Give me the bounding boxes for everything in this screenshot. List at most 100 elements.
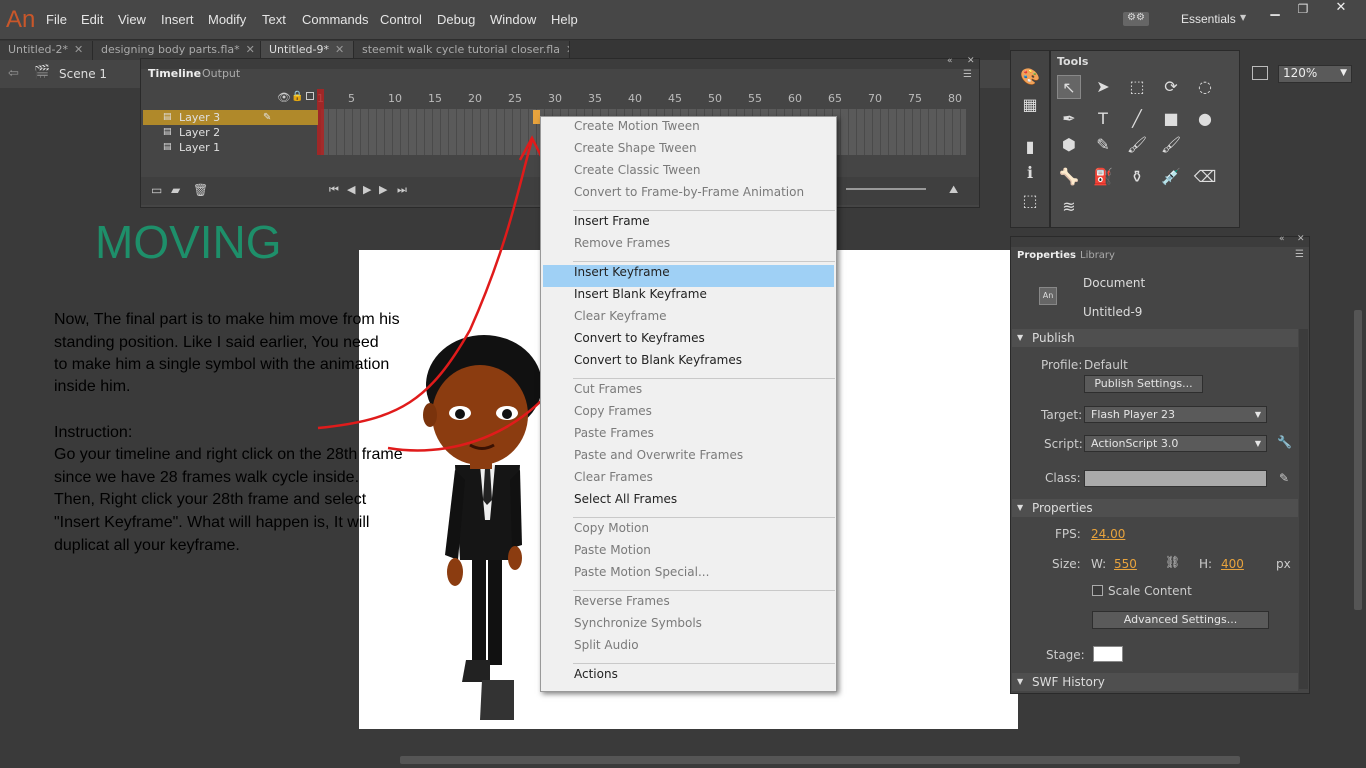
script-select[interactable]: ActionScript 3.0 ▼ xyxy=(1084,435,1267,452)
pen-tool-icon[interactable]: ✒ xyxy=(1057,107,1081,131)
pencil-tool-icon[interactable]: ✎ xyxy=(1091,133,1115,157)
publish-section-header[interactable]: ▼ Publish xyxy=(1012,329,1298,347)
rectangle-tool-icon[interactable]: ■ xyxy=(1159,107,1183,131)
menu-copy-frames[interactable]: Copy Frames xyxy=(541,404,836,426)
menu-insert-frame[interactable]: Insert Frame xyxy=(541,214,836,236)
transform-icon[interactable]: ⬚ xyxy=(1018,189,1042,213)
fps-value[interactable]: 24.00 xyxy=(1091,527,1125,541)
menu-insert-keyframe[interactable]: Insert Keyframe xyxy=(543,265,834,287)
close-icon[interactable]: ✕ xyxy=(1297,234,1305,244)
menu-separator xyxy=(573,378,835,379)
ink-bottle-tool-icon[interactable]: ⚱ xyxy=(1125,165,1149,189)
class-label: Class: xyxy=(1045,471,1081,485)
target-value: Flash Player 23 xyxy=(1091,408,1176,421)
height-label: H: xyxy=(1199,557,1213,571)
lasso-tool-icon[interactable]: ◌ xyxy=(1193,75,1217,99)
eyedropper-tool-icon[interactable]: 💉 xyxy=(1159,165,1183,189)
paint-bucket-tool-icon[interactable]: ⛽ xyxy=(1091,165,1115,189)
tab-properties[interactable]: Properties xyxy=(1017,250,1076,261)
menu-convert-frame-by-frame[interactable]: Convert to Frame-by-Frame Animation xyxy=(541,185,836,207)
width-label: W: xyxy=(1091,557,1107,571)
size-label: Size: xyxy=(1052,557,1081,571)
menu-convert-to-blank-keyframes[interactable]: Convert to Blank Keyframes xyxy=(541,353,836,375)
oval-tool-icon[interactable]: ● xyxy=(1193,107,1217,131)
panel-titlebar: « ✕ xyxy=(1011,234,1309,247)
menu-convert-to-keyframes[interactable]: Convert to Keyframes xyxy=(541,331,836,353)
scale-content-checkbox[interactable] xyxy=(1092,585,1103,596)
menu-cut-frames[interactable]: Cut Frames xyxy=(541,382,836,404)
selection-tool-icon[interactable]: ↖ xyxy=(1057,75,1081,99)
stage-label: Stage: xyxy=(1046,648,1085,662)
swatches-icon[interactable]: ▦ xyxy=(1018,93,1042,117)
menu-remove-frames[interactable]: Remove Frames xyxy=(541,236,836,258)
target-select[interactable]: Flash Player 23 ▼ xyxy=(1084,406,1267,423)
brush-tool-icon[interactable]: 🖌 xyxy=(1159,133,1183,157)
menu-clear-frames[interactable]: Clear Frames xyxy=(541,470,836,492)
script-label: Script: xyxy=(1044,437,1083,451)
panel-menu-icon[interactable]: ☰ xyxy=(1295,249,1304,260)
tools-panel: Tools ↖ ➤ ⬚ ⟳ ◌ ✒ T ╱ ■ ● ⬢ ✎ 🖌 🖌 🦴 ⛽ ⚱ … xyxy=(1050,50,1240,228)
profile-value: Default xyxy=(1084,358,1128,372)
horizontal-scrollbar[interactable] xyxy=(0,752,1366,768)
menu-paste-frames[interactable]: Paste Frames xyxy=(541,426,836,448)
properties-section-header[interactable]: ▼ Properties xyxy=(1012,499,1298,517)
line-tool-icon[interactable]: ╱ xyxy=(1125,107,1149,131)
chevron-down-icon: ▼ xyxy=(1017,677,1024,686)
menu-separator xyxy=(573,210,835,211)
scale-content-label: Scale Content xyxy=(1108,584,1192,598)
text-tool-icon[interactable]: T xyxy=(1091,107,1115,131)
menu-actions[interactable]: Actions xyxy=(541,667,836,689)
info-icon[interactable]: ℹ xyxy=(1018,161,1042,185)
menu-synchronize-symbols[interactable]: Synchronize Symbols xyxy=(541,616,836,638)
color-palette-icon[interactable]: 🎨 xyxy=(1018,65,1042,89)
target-label: Target: xyxy=(1041,408,1083,422)
properties-panel: « ✕ Properties Library ☰ An Document Unt… xyxy=(1010,234,1310,694)
height-value[interactable]: 400 xyxy=(1221,557,1244,571)
menu-separator xyxy=(573,663,835,664)
menu-create-classic-tween[interactable]: Create Classic Tween xyxy=(541,163,836,185)
polystar-tool-icon[interactable]: ⬢ xyxy=(1057,133,1081,157)
menu-separator xyxy=(573,517,835,518)
link-icon[interactable]: ⛓ xyxy=(1165,555,1180,569)
align-icon[interactable]: ▮ xyxy=(1018,135,1042,159)
width-tool-icon[interactable]: ≋ xyxy=(1057,195,1081,219)
publish-settings-button[interactable]: Publish Settings... xyxy=(1084,375,1203,393)
advanced-settings-button[interactable]: Advanced Settings... xyxy=(1092,611,1269,629)
menu-paste-motion[interactable]: Paste Motion xyxy=(541,543,836,565)
vertical-scrollbar[interactable] xyxy=(1352,90,1364,750)
3d-rotation-tool-icon[interactable]: ⟳ xyxy=(1159,75,1183,99)
menu-paste-overwrite-frames[interactable]: Paste and Overwrite Frames xyxy=(541,448,836,470)
subselection-tool-icon[interactable]: ➤ xyxy=(1091,75,1115,99)
scrollbar-thumb[interactable] xyxy=(400,756,1240,764)
fps-label: FPS: xyxy=(1055,527,1081,541)
stage-color-swatch[interactable] xyxy=(1093,646,1123,662)
tools-title: Tools xyxy=(1057,55,1089,68)
wrench-icon[interactable]: 🔧 xyxy=(1277,435,1292,449)
profile-label: Profile: xyxy=(1041,358,1083,372)
scrollbar[interactable] xyxy=(1299,329,1308,689)
scrollbar-thumb[interactable] xyxy=(1354,310,1362,610)
paint-brush-tool-icon[interactable]: 🖌 xyxy=(1125,133,1149,157)
menu-create-shape-tween[interactable]: Create Shape Tween xyxy=(541,141,836,163)
menu-split-audio[interactable]: Split Audio xyxy=(541,638,836,660)
bone-tool-icon[interactable]: 🦴 xyxy=(1057,165,1081,189)
menu-paste-motion-special[interactable]: Paste Motion Special... xyxy=(541,565,836,587)
px-unit: px xyxy=(1276,557,1291,571)
width-value[interactable]: 550 xyxy=(1114,557,1137,571)
context-menu: Create Motion Tween Create Shape Tween C… xyxy=(540,116,837,692)
menu-copy-motion[interactable]: Copy Motion xyxy=(541,521,836,543)
menu-select-all-frames[interactable]: Select All Frames xyxy=(541,492,836,514)
free-transform-tool-icon[interactable]: ⬚ xyxy=(1125,75,1149,99)
collapse-icon[interactable]: « xyxy=(1279,234,1285,244)
chevron-down-icon: ▼ xyxy=(1017,333,1024,342)
menu-clear-keyframe[interactable]: Clear Keyframe xyxy=(541,309,836,331)
swf-history-section-header[interactable]: ▼ SWF History xyxy=(1012,673,1298,691)
menu-insert-blank-keyframe[interactable]: Insert Blank Keyframe xyxy=(541,287,836,309)
tab-library[interactable]: Library xyxy=(1080,250,1115,261)
menu-reverse-frames[interactable]: Reverse Frames xyxy=(541,594,836,616)
eraser-tool-icon[interactable]: ⌫ xyxy=(1193,165,1217,189)
menu-create-motion-tween[interactable]: Create Motion Tween xyxy=(541,119,836,141)
chevron-down-icon: ▼ xyxy=(1017,503,1024,512)
pencil-icon[interactable]: ✎ xyxy=(1279,471,1289,485)
class-input[interactable] xyxy=(1084,470,1267,487)
